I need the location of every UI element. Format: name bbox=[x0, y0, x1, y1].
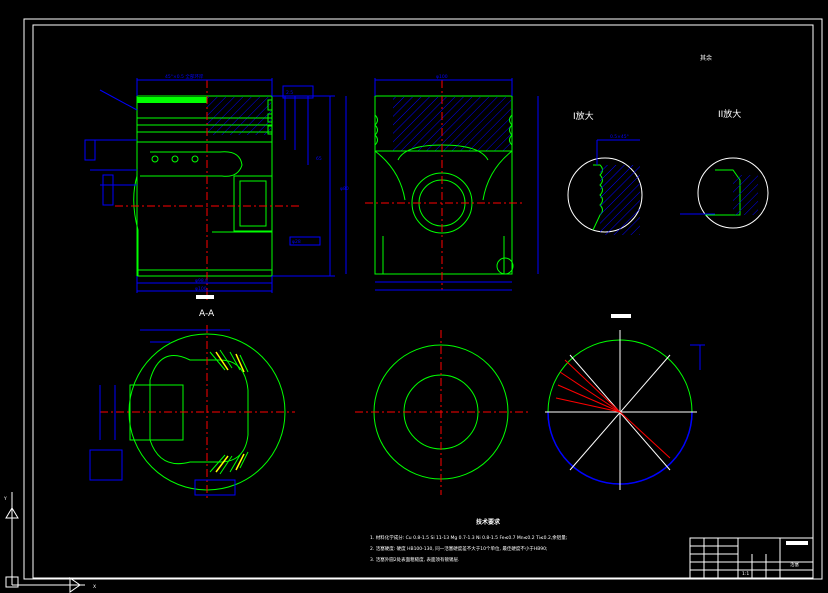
ucs-y-label: Y bbox=[3, 496, 7, 502]
dim-pin-hole: φ28 bbox=[292, 239, 301, 245]
tech-req-item-3: 3. 活塞外圆2处表面粗糙度, 表面须有镀锡层. bbox=[370, 556, 459, 563]
section-label-aa: A-A bbox=[199, 309, 215, 319]
tech-req-item-1: 1. 材料化学成分: Cu 0.8-1.5 Si 11-13 Mg 0.7-1.… bbox=[370, 534, 567, 541]
dim-ring1: 2.5 bbox=[286, 90, 293, 96]
title-block-scale: 1:1 bbox=[742, 571, 749, 577]
title-block-name: 活塞 bbox=[790, 561, 799, 568]
dim-top-chamfer: 45°×0.5 全部环岸 bbox=[165, 73, 204, 80]
cad-model-space[interactable]: 45°×0.5 全部环岸 φ98.8 φ100 2.5 65 φ28 A-A φ… bbox=[0, 0, 828, 593]
detail-ii-label: II放大 bbox=[718, 108, 741, 120]
ucs-x-label: X bbox=[93, 584, 96, 590]
surface-other-label: 其余 bbox=[700, 54, 712, 62]
dim-overall-width: φ100 bbox=[436, 74, 448, 80]
dim-height-main: φ80 bbox=[340, 186, 349, 192]
detail-i-dim: 0.5×45° bbox=[610, 134, 629, 140]
dim-right-h: 65 bbox=[316, 156, 322, 162]
dim-bottom-width2: φ100 bbox=[195, 286, 207, 292]
tech-req-title: 技术要求 bbox=[476, 518, 501, 526]
tech-req-item-2: 2. 活塞硬度: 硬度 HB100-130, 同一活塞硬度差不大于10个单位, … bbox=[370, 545, 548, 552]
dim-bottom-width: φ98.8 bbox=[195, 278, 208, 284]
detail-i-label: I放大 bbox=[573, 110, 594, 122]
